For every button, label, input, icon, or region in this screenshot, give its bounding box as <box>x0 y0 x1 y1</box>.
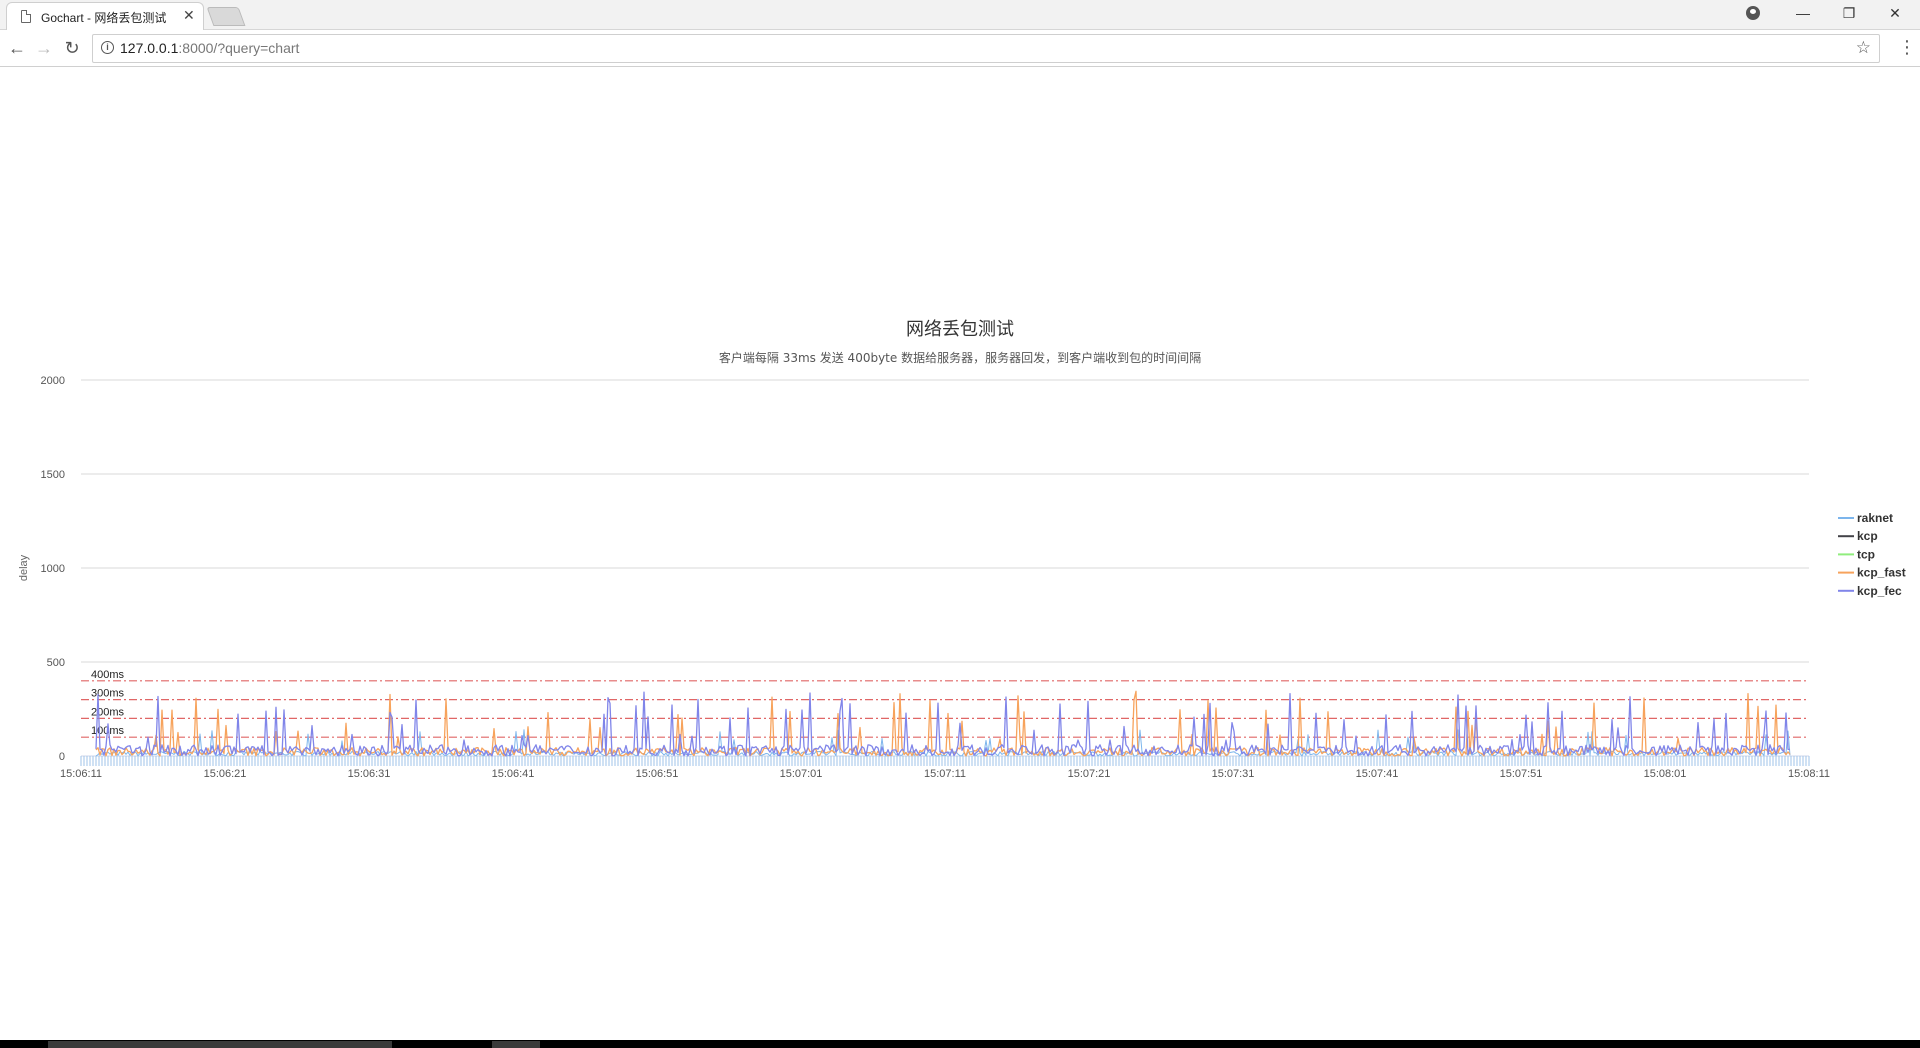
threshold-lines: 400ms300ms200ms100ms <box>81 669 1809 738</box>
x-tick-label: 15:07:51 <box>1500 768 1543 780</box>
legend-item-kcp_fec: kcp_fec <box>1857 584 1902 598</box>
x-tick-label: 15:07:01 <box>780 768 823 780</box>
legend-item-kcp_fast: kcp_fast <box>1857 566 1906 580</box>
y-tick-label: 500 <box>47 657 65 669</box>
y-tick-label: 2000 <box>41 375 65 387</box>
series-kcp_fec <box>95 691 1791 757</box>
y-axis-label: delay <box>18 554 30 581</box>
x-tick-label: 15:07:41 <box>1356 768 1399 780</box>
chart-canvas: 网络丢包测试 客户端每隔 33ms 发送 400byte 数据给服务器，服务器回… <box>18 319 1906 780</box>
x-tick-label: 15:06:41 <box>492 768 535 780</box>
threshold-label: 200ms <box>91 706 125 718</box>
x-tick-label: 15:07:11 <box>924 768 966 780</box>
x-tick-label: 15:07:31 <box>1212 768 1255 780</box>
legend-item-raknet: raknet <box>1857 511 1893 525</box>
x-tick-label: 15:07:21 <box>1068 768 1111 780</box>
legend-item-tcp: tcp <box>1857 547 1875 561</box>
x-tick-label: 15:06:51 <box>636 768 679 780</box>
taskbar-item[interactable] <box>492 1041 540 1048</box>
threshold-label: 400ms <box>91 669 125 681</box>
chart-title: 网络丢包测试 <box>906 319 1014 340</box>
series-lines <box>95 690 1791 757</box>
y-tick-label: 0 <box>59 751 65 763</box>
y-tick-label: 1000 <box>41 563 65 575</box>
taskbar-item[interactable] <box>48 1041 392 1048</box>
taskbar <box>0 1040 1920 1048</box>
y-tick-labels: 0 500 1000 1500 2000 <box>41 375 65 763</box>
legend-item-kcp: kcp <box>1857 529 1878 543</box>
x-tick-label: 15:08:11 <box>1788 768 1830 780</box>
y-tick-label: 1500 <box>41 469 65 481</box>
chart-subtitle: 客户端每隔 33ms 发送 400byte 数据给服务器，服务器回发，到客户端收… <box>719 350 1201 365</box>
x-tick-label: 15:06:11 <box>60 768 102 780</box>
x-tick-label: 15:06:31 <box>348 768 391 780</box>
x-tick-labels: 15:06:11 15:06:21 15:06:31 15:06:41 15:06:51… <box>60 768 1830 780</box>
x-axis <box>80 755 1810 766</box>
legend: raknet kcp tcp kcp_fast kcp_fec <box>1838 511 1906 598</box>
x-tick-label: 15:08:01 <box>1644 768 1687 780</box>
threshold-label: 300ms <box>91 688 125 700</box>
x-tick-label: 15:06:21 <box>204 768 247 780</box>
